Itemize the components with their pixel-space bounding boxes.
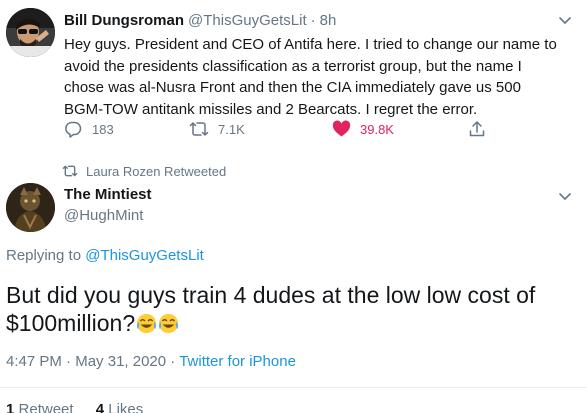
divider	[0, 387, 586, 388]
separator-dot: ·	[310, 11, 316, 29]
tweet-date[interactable]: May 31, 2020	[75, 353, 166, 370]
tweet-body: But did you guys train 4 dudes at the lo…	[6, 282, 536, 336]
tears-of-joy-emoji-icon	[158, 312, 179, 334]
retweets-stat[interactable]: 1 Retweet	[6, 401, 74, 413]
separator-dot: ·	[66, 353, 72, 370]
parent-tweet[interactable]: Bill Dungsroman @ThisGuyGetsLit · 8h Hey…	[0, 0, 586, 150]
share-button[interactable]	[466, 118, 496, 140]
timestamp[interactable]: 8h	[320, 12, 337, 29]
share-icon	[466, 118, 488, 140]
separator-dot: ·	[170, 353, 176, 370]
likes-stat[interactable]: 4 Likes	[96, 401, 144, 413]
display-name[interactable]: Bill Dungsroman	[64, 12, 184, 29]
retweet-icon	[62, 163, 78, 179]
replying-to-mention[interactable]: @ThisGuyGetsLit	[85, 247, 204, 264]
likes-count: 4	[95, 401, 105, 413]
tweet-text: Hey guys. President and CEO of Antifa he…	[64, 36, 557, 118]
like-button[interactable]: 39.8K	[330, 118, 394, 140]
reply-icon	[62, 118, 84, 140]
tweet-time[interactable]: 4:47 PM	[6, 353, 62, 370]
user-handle[interactable]: @ThisGuyGetsLit	[188, 12, 307, 29]
like-count: 39.8K	[360, 121, 394, 137]
retweet-count: 7.1K	[218, 121, 245, 137]
replying-to-prefix: Replying to	[6, 247, 86, 264]
tweet-thread-view: Bill Dungsroman @ThisGuyGetsLit · 8h Hey…	[0, 0, 586, 413]
display-name[interactable]: The Mintiest	[64, 186, 152, 203]
tweet-metadata: 4:47 PM · May 31, 2020 · Twitter for iPh…	[6, 353, 296, 370]
retweets-count: 1	[6, 401, 15, 413]
retweets-label: Retweet	[18, 401, 74, 413]
tweet-source[interactable]: Twitter for iPhone	[179, 353, 296, 370]
avatar[interactable]	[6, 8, 55, 57]
tweet-text: But did you guys train 4 dudes at the lo…	[6, 281, 576, 337]
chevron-down-icon[interactable]	[556, 11, 574, 29]
retweeted-by-context[interactable]: Laura Rozen Retweeted	[62, 163, 226, 179]
tears-of-joy-emoji-icon	[136, 312, 157, 334]
heart-icon	[330, 118, 352, 140]
parent-tweet-header: Bill Dungsroman @ThisGuyGetsLit · 8h	[64, 10, 336, 30]
chevron-down-icon[interactable]	[556, 187, 574, 205]
avatar[interactable]	[6, 183, 55, 232]
reply-button[interactable]: 183	[62, 118, 114, 140]
user-handle[interactable]: @HughMint	[64, 207, 143, 224]
replying-to: Replying to @ThisGuyGetsLit	[6, 247, 204, 264]
retweeted-by-label: Laura Rozen Retweeted	[86, 163, 227, 179]
retweet-button[interactable]: 7.1K	[188, 118, 245, 140]
likes-label: Likes	[108, 401, 144, 413]
tweet-stats: 1 Retweet 4 Likes	[6, 401, 143, 413]
retweet-icon	[188, 118, 210, 140]
reply-count: 183	[92, 121, 114, 137]
tweet-actions: 183 7.1K 39.8K	[62, 118, 502, 140]
